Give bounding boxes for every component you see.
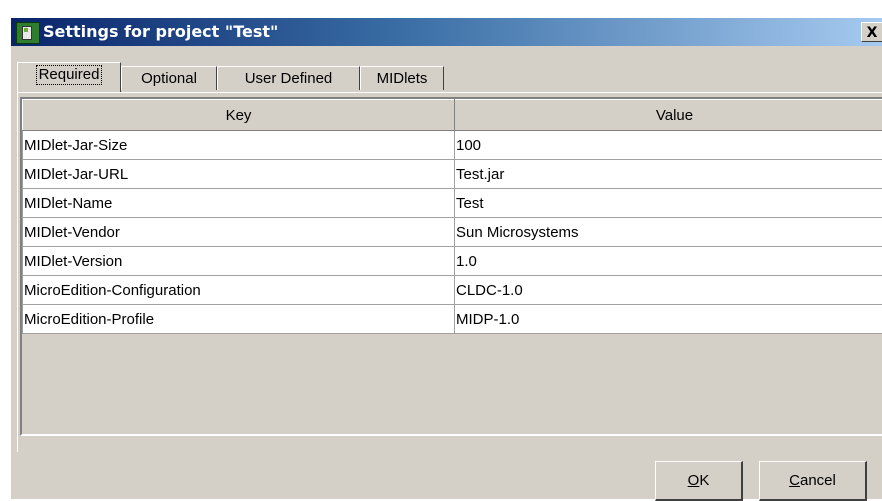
cancel-label-rest: ancel xyxy=(800,472,836,489)
cancel-mnemonic: C xyxy=(789,472,800,489)
tab-label: Optional xyxy=(141,70,197,87)
title-bar[interactable]: Settings for project "Test" X xyxy=(11,18,882,46)
key-cell[interactable]: MIDlet-Jar-Size xyxy=(23,131,455,160)
table-header-row: Key Value xyxy=(23,100,882,131)
table-row[interactable]: MIDlet-Jar-URL Test.jar xyxy=(23,160,882,189)
tab-required[interactable]: Required xyxy=(17,62,121,92)
value-cell[interactable]: Sun Microsystems xyxy=(455,218,882,247)
column-header-key[interactable]: Key xyxy=(23,100,455,131)
key-cell[interactable]: MIDlet-Name xyxy=(23,189,455,218)
table-row[interactable]: MicroEdition-Configuration CLDC-1.0 xyxy=(23,276,882,305)
midp-app-icon xyxy=(16,22,40,44)
table-row[interactable]: MIDlet-Version 1.0 xyxy=(23,247,882,276)
tab-label: MIDlets xyxy=(377,70,428,87)
table-row[interactable]: MIDlet-Jar-Size 100 xyxy=(23,131,882,160)
ok-mnemonic: O xyxy=(688,472,700,489)
key-cell[interactable]: MIDlet-Version xyxy=(23,247,455,276)
key-cell[interactable]: MicroEdition-Configuration xyxy=(23,276,455,305)
close-icon: X xyxy=(867,25,878,41)
value-cell[interactable]: Test.jar xyxy=(455,160,882,189)
tab-label: User Defined xyxy=(245,70,333,87)
key-cell[interactable]: MicroEdition-Profile xyxy=(23,305,455,334)
value-cell[interactable]: 1.0 xyxy=(455,247,882,276)
settings-dialog: Settings for project "Test" X Required O… xyxy=(10,18,882,499)
ok-label-rest: K xyxy=(699,472,709,489)
close-button[interactable]: X xyxy=(861,22,882,42)
value-cell[interactable]: CLDC-1.0 xyxy=(455,276,882,305)
value-cell[interactable]: MIDP-1.0 xyxy=(455,305,882,334)
table-row[interactable]: MicroEdition-Profile MIDP-1.0 xyxy=(23,305,882,334)
table-row[interactable]: MIDlet-Name Test xyxy=(23,189,882,218)
tab-label: Required xyxy=(37,66,102,84)
value-cell[interactable]: Test xyxy=(455,189,882,218)
properties-table: Key Value MIDlet-Jar-Size 100 MIDlet-Jar… xyxy=(22,99,882,334)
value-cell[interactable]: 100 xyxy=(455,131,882,160)
key-cell[interactable]: MIDlet-Vendor xyxy=(23,218,455,247)
table-row[interactable]: MIDlet-Vendor Sun Microsystems xyxy=(23,218,882,247)
cancel-button[interactable]: Cancel xyxy=(759,461,867,501)
window-title: Settings for project "Test" xyxy=(43,22,278,41)
key-cell[interactable]: MIDlet-Jar-URL xyxy=(23,160,455,189)
tab-midlets[interactable]: MIDlets xyxy=(360,66,444,90)
tab-user-defined[interactable]: User Defined xyxy=(217,66,360,90)
tab-panel-required: Key Value MIDlet-Jar-Size 100 MIDlet-Jar… xyxy=(17,92,882,452)
ok-button[interactable]: OK xyxy=(655,461,743,501)
properties-table-scrollpane[interactable]: Key Value MIDlet-Jar-Size 100 MIDlet-Jar… xyxy=(20,97,882,436)
column-header-value[interactable]: Value xyxy=(455,100,882,131)
tab-optional[interactable]: Optional xyxy=(121,66,217,90)
